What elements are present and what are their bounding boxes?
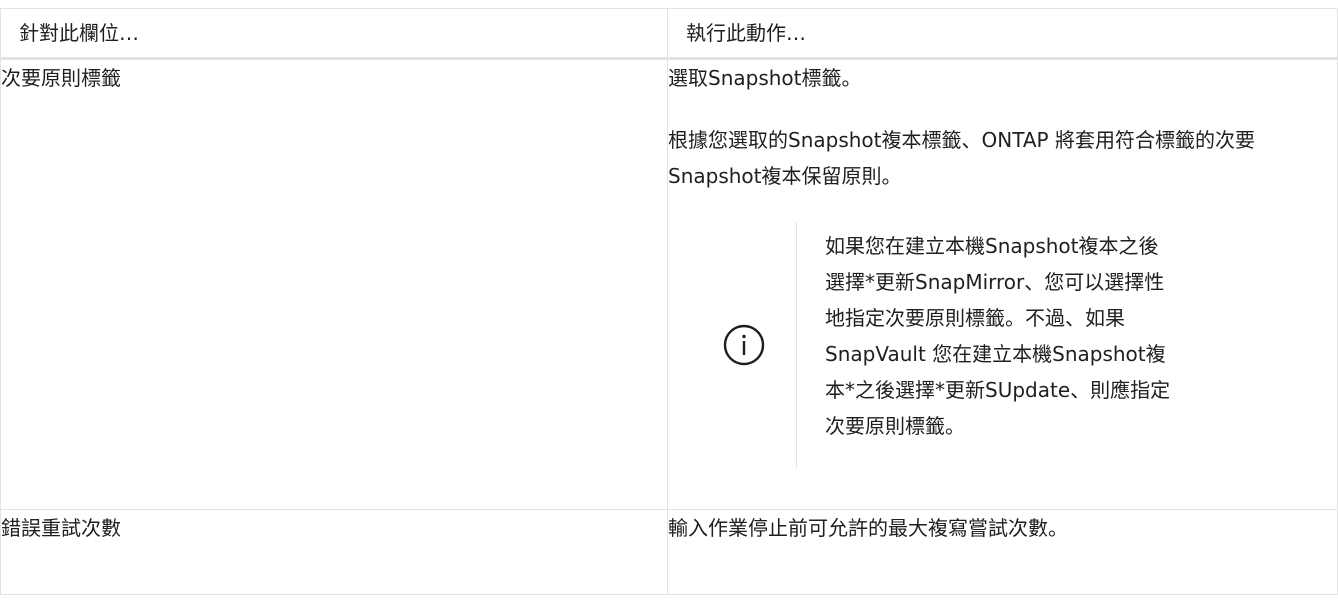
field-name: 錯誤重試次數 — [1, 516, 121, 540]
info-note: 如果您在建立本機Snapshot複本之後選擇*更新SnapMirror、您可以選… — [692, 222, 1337, 468]
note-icon-column — [692, 222, 797, 468]
header-field: 針對此欄位… — [0, 8, 668, 60]
field-cell: 次要原則標籤 — [0, 58, 668, 510]
action-instruction: 選取Snapshot標籤。 — [668, 66, 862, 90]
field-cell: 錯誤重試次數 — [0, 509, 668, 595]
action-instruction: 輸入作業停止前可允許的最大複寫嘗試次數。 — [668, 516, 1068, 540]
action-cell: 選取Snapshot標籤。 根據您選取的Snapshot複本標籤、ONTAP 將… — [667, 58, 1338, 510]
action-description: 根據您選取的Snapshot複本標籤、ONTAP 將套用符合標籤的次要Snaps… — [668, 128, 1255, 188]
action-cell: 輸入作業停止前可允許的最大複寫嘗試次數。 — [667, 509, 1338, 595]
table-header-row: 針對此欄位… 執行此動作… — [0, 8, 1338, 60]
table-row: 錯誤重試次數 輸入作業停止前可允許的最大複寫嘗試次數。 — [0, 509, 1338, 595]
header-action: 執行此動作… — [667, 8, 1338, 60]
field-name: 次要原則標籤 — [1, 66, 121, 90]
field-action-table: 針對此欄位… 執行此動作… 次要原則標籤 選取Snapshot標籤。 根據您選取… — [0, 8, 1338, 595]
table-row: 次要原則標籤 選取Snapshot標籤。 根據您選取的Snapshot複本標籤、… — [0, 58, 1338, 510]
info-icon — [723, 324, 765, 366]
note-text: 如果您在建立本機Snapshot複本之後選擇*更新SnapMirror、您可以選… — [825, 234, 1171, 438]
